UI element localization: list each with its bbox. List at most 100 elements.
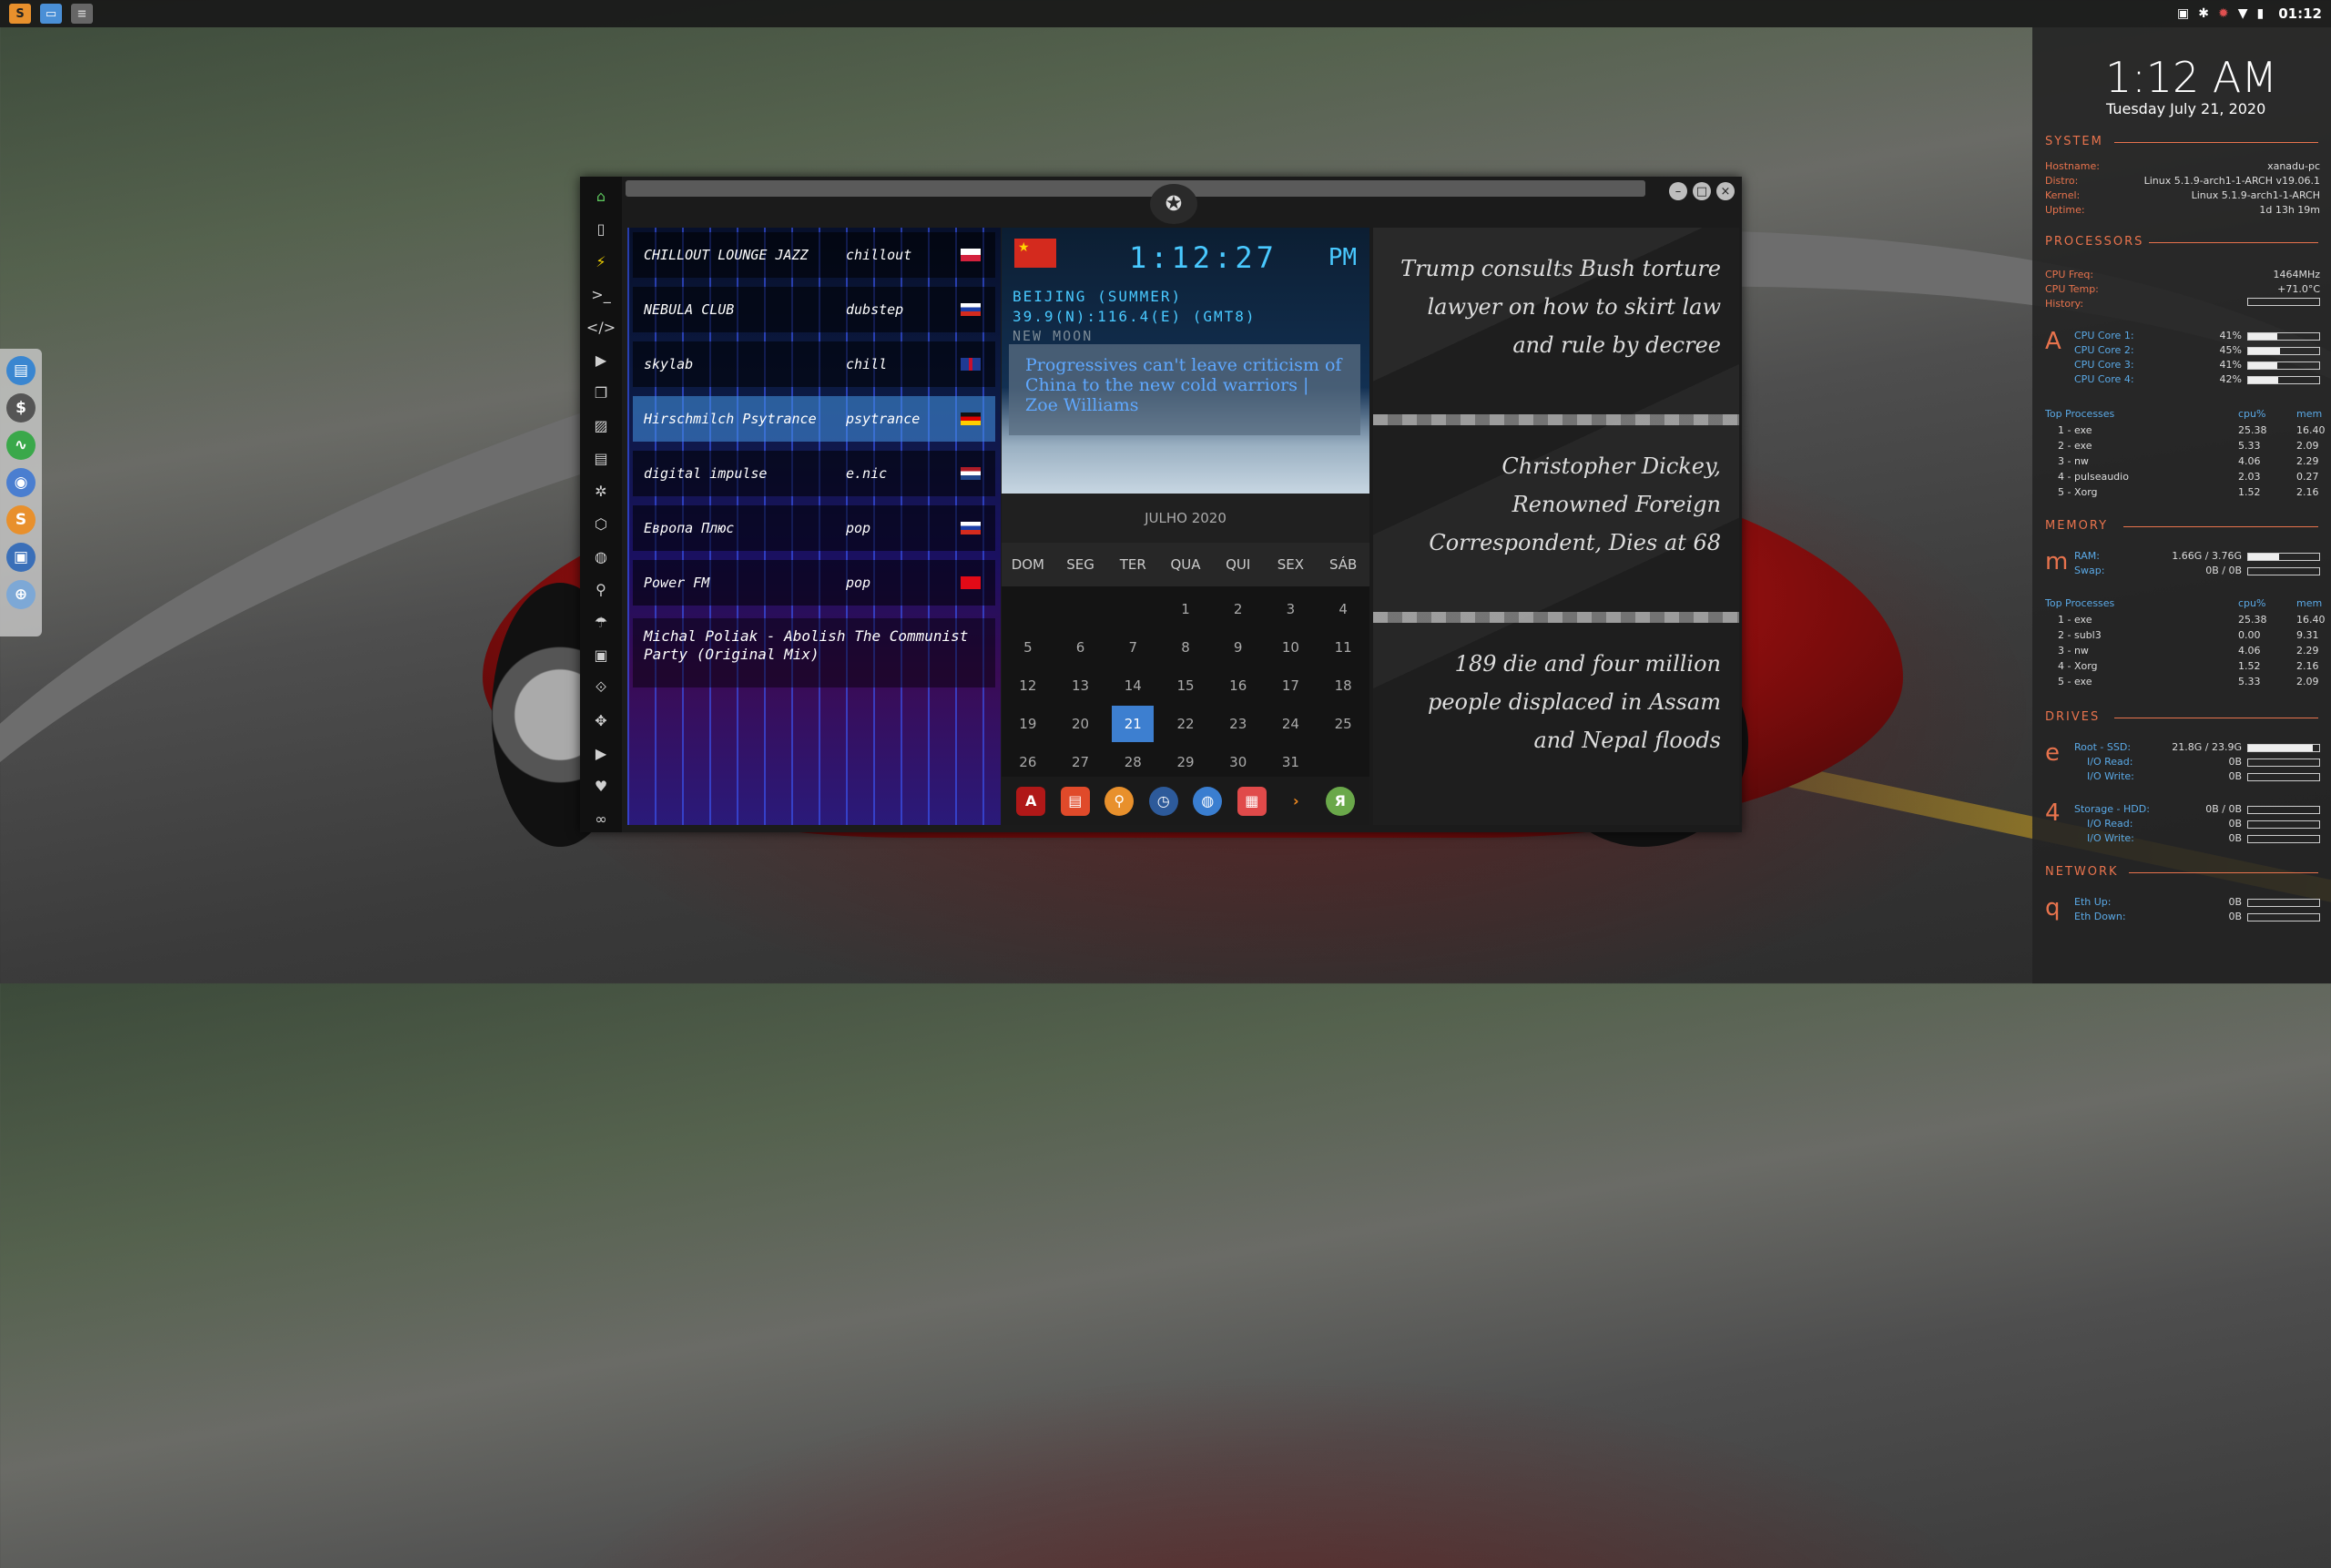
headline-link[interactable]: Progressives can't leave criticism of Ch… [1009, 344, 1360, 435]
calendar-day[interactable]: 20 [1054, 706, 1107, 742]
calendar-day[interactable]: 22 [1159, 706, 1212, 742]
calendar-day[interactable]: 1 [1159, 591, 1212, 627]
files-launcher-icon[interactable]: ▭ [40, 4, 62, 24]
calendar-day[interactable]: 23 [1212, 706, 1265, 742]
calendar-month[interactable]: JULHO 2020 [1002, 494, 1369, 543]
image-icon[interactable]: ▨ [591, 413, 611, 437]
calendar-day[interactable]: 8 [1159, 629, 1212, 666]
screenshot-icon[interactable]: ▣ [6, 543, 36, 572]
aperture-icon[interactable]: ✲ [591, 479, 611, 503]
calendar-app-icon[interactable]: ▦ [1237, 786, 1267, 816]
calendar-day[interactable]: 12 [1002, 667, 1054, 704]
system-monitor-icon[interactable]: ∿ [6, 431, 36, 460]
calendar-day[interactable]: 21 [1112, 706, 1155, 742]
infinity-icon[interactable]: ∞ [591, 807, 611, 830]
files-icon[interactable]: ▤ [6, 356, 36, 385]
hexagon-icon[interactable]: ⬡ [591, 512, 611, 535]
wifi-icon[interactable]: ▼ [2238, 6, 2248, 21]
calendar-day[interactable]: 26 [1002, 744, 1054, 780]
panel-clock[interactable]: 01:12 [2278, 5, 2322, 22]
news-app-icon[interactable]: ▤ [1060, 786, 1090, 816]
station-item[interactable]: digital impulse e.nic [633, 451, 995, 496]
share-icon[interactable]: ⟐ [591, 676, 611, 699]
calendar-day[interactable]: 5 [1002, 629, 1054, 666]
copy-icon[interactable]: ❐ [591, 381, 611, 404]
calendar-day[interactable]: 4 [1317, 591, 1369, 627]
umbrella-icon[interactable]: ☂ [591, 610, 611, 634]
calendar-day[interactable]: 11 [1317, 629, 1369, 666]
expand-icon[interactable]: ✥ [591, 708, 611, 732]
country-flag-icon [961, 522, 981, 535]
calendar-day[interactable]: 16 [1212, 667, 1265, 704]
clock-app-icon[interactable]: ◷ [1148, 786, 1178, 816]
youtube-icon[interactable]: ▶ [591, 741, 611, 765]
window-titlebar[interactable] [626, 180, 1645, 197]
home-icon[interactable]: ⌂ [591, 184, 611, 208]
country-flag-icon [961, 303, 981, 316]
calendar-day[interactable]: 24 [1265, 706, 1318, 742]
news-headline[interactable]: 189 die and four million people displace… [1373, 623, 1739, 809]
document-icon[interactable]: ▯ [591, 217, 611, 240]
calendar-day[interactable]: 18 [1317, 667, 1369, 704]
calendar-day[interactable]: 13 [1054, 667, 1107, 704]
app-shortcut-bar: A ▤ ⚲ ◷ ◍ ▦ › Я [1002, 777, 1369, 825]
battery-icon[interactable]: ▮ [2257, 6, 2265, 21]
calendar-day[interactable]: 2 [1212, 591, 1265, 627]
magnifier-app-icon[interactable]: ⚲ [1104, 786, 1135, 816]
chrome-icon[interactable]: ◉ [6, 468, 36, 497]
calendar-day[interactable]: 29 [1159, 744, 1212, 780]
calendar-day[interactable]: 17 [1265, 667, 1318, 704]
calendar-day[interactable]: 19 [1002, 706, 1054, 742]
calendar-day[interactable]: 27 [1054, 744, 1107, 780]
conky-panel: 1:12 AM Tuesday July 21, 2020 SYSTEM Hos… [2032, 27, 2331, 983]
maximize-button[interactable]: □ [1693, 182, 1711, 200]
station-item[interactable]: Power FM pop [633, 560, 995, 606]
terminal-icon[interactable]: $ [6, 393, 36, 423]
calendar-day[interactable]: 28 [1106, 744, 1159, 780]
sublime-icon[interactable]: S [6, 505, 36, 535]
top-panel: S ▭ ≡ ▣ ✱ ✹ ▼ ▮ 01:12 [0, 0, 2331, 27]
calendar-day[interactable]: 25 [1317, 706, 1369, 742]
memory-glyph: m [2045, 548, 2069, 575]
adobe-icon[interactable]: A [1016, 786, 1046, 816]
calendar-day[interactable]: 14 [1106, 667, 1159, 704]
terminal-prompt-icon[interactable]: >_ [591, 282, 611, 306]
root-io-write-row: I/O Write: 0B [2087, 770, 2320, 782]
web-icon[interactable]: ⊕ [6, 580, 36, 609]
calendar-day[interactable]: 30 [1212, 744, 1265, 780]
heart-icon[interactable]: ♥ [591, 774, 611, 798]
ram-row: RAM: 1.66G / 3.76G [2074, 550, 2320, 562]
station-item[interactable]: skylab chill [633, 341, 995, 387]
bluetooth-icon[interactable]: ✱ [2198, 6, 2209, 21]
yandex-icon[interactable]: Я [1325, 786, 1355, 816]
newspaper-icon[interactable]: ▤ [591, 446, 611, 470]
calendar-day[interactable]: 7 [1106, 629, 1159, 666]
close-button[interactable]: × [1716, 182, 1735, 200]
news-headline[interactable]: Christopher Dickey, Renowned Foreign Cor… [1373, 425, 1739, 612]
image-viewer-tray-icon[interactable]: ▣ [2177, 6, 2189, 21]
globe-icon[interactable]: ◍ [591, 545, 611, 568]
globe-app-icon[interactable]: ◍ [1193, 786, 1223, 816]
notification-icon[interactable]: ✹ [2218, 6, 2229, 21]
contact-icon[interactable]: ▣ [591, 643, 611, 667]
calendar-day[interactable]: 6 [1054, 629, 1107, 666]
minimize-button[interactable]: – [1669, 182, 1687, 200]
calendar-day[interactable]: 10 [1265, 629, 1318, 666]
station-item[interactable]: NEBULA CLUB dubstep [633, 287, 995, 332]
bolt-icon[interactable]: ⚡ [591, 249, 611, 273]
calendar-day[interactable]: 9 [1212, 629, 1265, 666]
rebel-alliance-icon: ✪ [1150, 184, 1197, 224]
search-icon[interactable]: ⚲ [591, 577, 611, 601]
sublime-launcher-icon[interactable]: S [9, 4, 31, 24]
play-icon[interactable]: ▶ [591, 348, 611, 372]
forward-app-icon[interactable]: › [1281, 787, 1310, 816]
station-item[interactable]: Hirschmilch Psytrance psytrance [633, 396, 995, 442]
code-icon[interactable]: </> [586, 315, 616, 339]
calendar-day[interactable]: 15 [1159, 667, 1212, 704]
terminal-launcher-icon[interactable]: ≡ [71, 4, 93, 24]
station-item[interactable]: CHILLOUT LOUNGE JAZZ chillout [633, 232, 995, 278]
news-headline[interactable]: Trump consults Bush torture lawyer on ho… [1373, 228, 1739, 414]
calendar-day[interactable]: 31 [1265, 744, 1318, 780]
calendar-day[interactable]: 3 [1265, 591, 1318, 627]
station-item[interactable]: Европа Плюс pop [633, 505, 995, 551]
